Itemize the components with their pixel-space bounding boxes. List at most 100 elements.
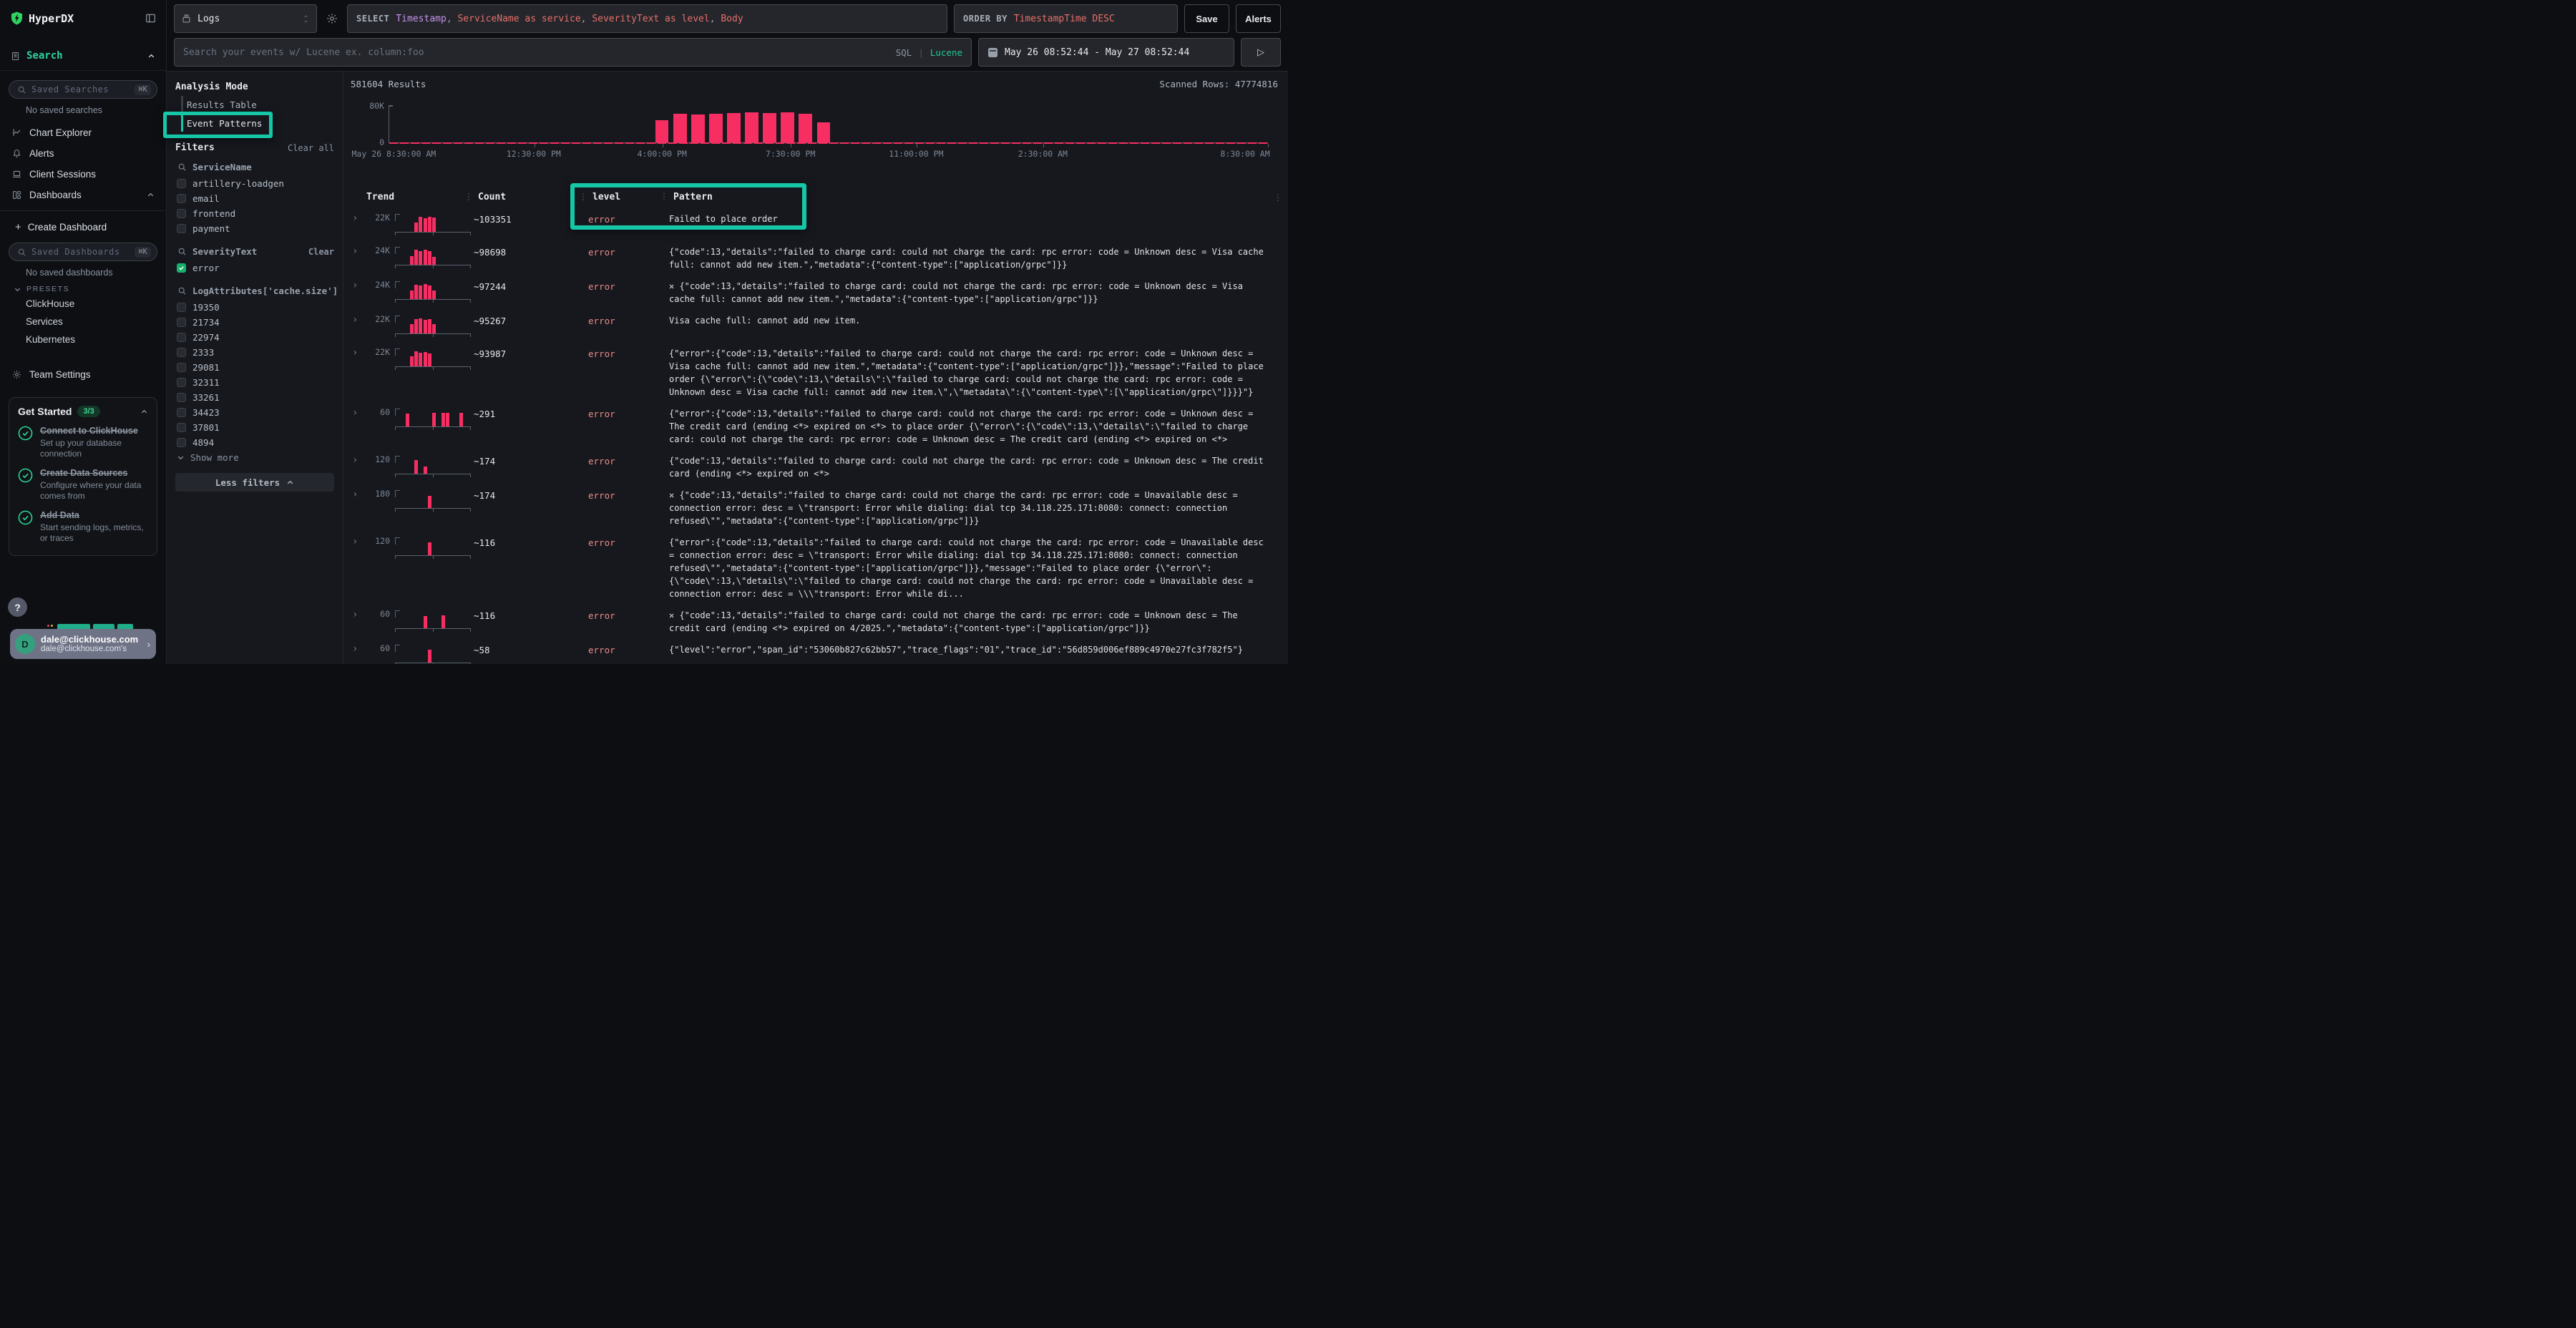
preset-item-clickhouse[interactable]: ClickHouse xyxy=(9,295,157,313)
histogram-bar[interactable] xyxy=(745,112,758,142)
chevron-up-icon[interactable] xyxy=(147,191,155,199)
analysis-mode-results-table[interactable]: Results Table xyxy=(175,97,334,112)
filter-option[interactable]: frontend xyxy=(177,206,334,221)
pattern-row[interactable]: ›120~116error{"error":{"code":13,"detail… xyxy=(348,532,1288,605)
checkbox[interactable] xyxy=(177,303,186,312)
pattern-row[interactable]: ›24K~97244error✕ {"code":13,"details":"f… xyxy=(348,275,1288,310)
help-button[interactable]: ? xyxy=(8,597,27,617)
presets-toggle[interactable]: PRESETS xyxy=(14,285,157,293)
checkbox[interactable] xyxy=(177,179,186,188)
expand-chevron-icon[interactable]: › xyxy=(349,536,366,547)
checkbox[interactable] xyxy=(177,348,186,357)
search-input[interactable]: Search your events w/ Lucene ex. column:… xyxy=(174,38,972,67)
source-settings-gear-icon[interactable] xyxy=(323,4,341,33)
pattern-row[interactable]: ›24K~98698error{"code":13,"details":"fai… xyxy=(348,241,1288,275)
sidebar-item-team-settings[interactable]: Team Settings xyxy=(9,364,157,385)
pattern-row[interactable]: ›22K~103351errorFailed to place order xyxy=(348,208,1288,241)
pattern-row[interactable]: ›180~174error✕ {"code":13,"details":"fai… xyxy=(348,484,1288,532)
filter-option[interactable]: 34423 xyxy=(177,405,334,420)
checkbox[interactable] xyxy=(177,393,186,402)
get-started-header[interactable]: Get Started 3/3 xyxy=(18,406,148,417)
histogram-bar[interactable] xyxy=(691,114,704,142)
get-started-item[interactable]: Connect to ClickHouseSet up your databas… xyxy=(18,426,148,459)
filter-option[interactable]: error xyxy=(177,260,334,275)
show-more-button[interactable]: Show more xyxy=(175,450,334,463)
pattern-row[interactable]: ›22K~93987error{"error":{"code":13,"deta… xyxy=(348,343,1288,403)
expand-chevron-icon[interactable]: › xyxy=(349,245,366,257)
saved-searches-input[interactable]: Saved Searches ⌘K xyxy=(9,80,157,99)
filter-option[interactable]: artillery-loadgen xyxy=(177,176,334,191)
get-started-item[interactable]: Add DataStart sending logs, metrics, or … xyxy=(18,510,148,544)
col-trend[interactable]: Trend xyxy=(366,192,474,202)
checkbox[interactable] xyxy=(177,318,186,327)
col-level[interactable]: ⋮level xyxy=(588,192,669,202)
expand-chevron-icon[interactable]: › xyxy=(349,280,366,291)
kebab-icon[interactable]: ⋮ xyxy=(1274,192,1288,202)
less-filters-button[interactable]: Less filters xyxy=(175,473,334,492)
sidebar-item-alerts[interactable]: Alerts xyxy=(9,143,157,164)
alerts-button[interactable]: Alerts xyxy=(1236,4,1281,33)
user-menu[interactable]: D dale@clickhouse.com dale@clickhouse.co… xyxy=(10,629,156,659)
pattern-row[interactable]: ›60~291error{"error":{"code":13,"details… xyxy=(348,403,1288,450)
histogram-bar[interactable] xyxy=(673,114,686,142)
filter-option[interactable]: 19350 xyxy=(177,300,334,315)
select-query-input[interactable]: SELECT Timestamp, ServiceName as service… xyxy=(347,4,947,33)
chevron-up-icon[interactable] xyxy=(140,408,148,416)
save-button[interactable]: Save xyxy=(1184,4,1229,33)
query-language-toggle[interactable]: SQL | Lucene xyxy=(896,47,962,58)
sidebar-item-chart-explorer[interactable]: Chart Explorer xyxy=(9,122,157,143)
checkbox[interactable] xyxy=(177,423,186,432)
histogram-bar[interactable] xyxy=(817,122,830,142)
run-query-button[interactable]: ▷ xyxy=(1241,38,1281,67)
kebab-icon[interactable]: ⋮ xyxy=(660,192,668,202)
chevron-up-icon[interactable] xyxy=(147,52,155,60)
histogram-bar[interactable] xyxy=(763,113,776,142)
pattern-row[interactable]: ›120~174error{"code":13,"details":"faile… xyxy=(348,450,1288,484)
col-count[interactable]: ⋮Count xyxy=(474,192,588,202)
expand-chevron-icon[interactable]: › xyxy=(349,643,366,655)
pattern-row[interactable]: ›60~116error✕ {"code":13,"details":"fail… xyxy=(348,605,1288,639)
saved-dashboards-input[interactable]: Saved Dashboards ⌘K xyxy=(9,243,157,261)
preset-item-kubernetes[interactable]: Kubernetes xyxy=(9,331,157,348)
filter-option[interactable]: payment xyxy=(177,221,334,236)
expand-chevron-icon[interactable]: › xyxy=(349,489,366,500)
checkbox[interactable] xyxy=(177,194,186,203)
filter-option[interactable]: 33261 xyxy=(177,390,334,405)
sidebar-item-dashboards[interactable]: Dashboards xyxy=(9,185,157,205)
expand-chevron-icon[interactable]: › xyxy=(349,213,366,224)
checkbox[interactable] xyxy=(177,438,186,447)
expand-chevron-icon[interactable]: › xyxy=(349,314,366,326)
expand-chevron-icon[interactable]: › xyxy=(349,609,366,620)
order-by-input[interactable]: ORDER BY TimestampTime DESC xyxy=(954,4,1178,33)
checkbox[interactable] xyxy=(177,224,186,233)
filter-option[interactable]: 2333 xyxy=(177,345,334,360)
filter-option[interactable]: 21734 xyxy=(177,315,334,330)
sql-toggle[interactable]: SQL xyxy=(896,47,912,58)
histogram-bar[interactable] xyxy=(799,114,811,142)
sidebar-item-search[interactable]: Search xyxy=(0,44,166,71)
get-started-item[interactable]: Create Data SourcesConfigure where your … xyxy=(18,468,148,502)
source-select[interactable]: Logs xyxy=(174,4,317,33)
analysis-mode-event-patterns[interactable]: Event Patterns xyxy=(175,115,334,131)
checkbox[interactable] xyxy=(177,363,186,372)
lucene-toggle[interactable]: Lucene xyxy=(930,47,962,58)
histogram-bar[interactable] xyxy=(727,113,740,142)
checkbox[interactable] xyxy=(177,378,186,387)
clear-filter-button[interactable]: Clear xyxy=(308,247,334,257)
histogram-bar[interactable] xyxy=(655,120,668,142)
checkbox[interactable] xyxy=(177,209,186,218)
filter-option[interactable]: email xyxy=(177,191,334,206)
sidebar-item-client-sessions[interactable]: Client Sessions xyxy=(9,164,157,185)
filter-option[interactable]: 37801 xyxy=(177,420,334,435)
date-range-picker[interactable]: May 26 08:52:44 - May 27 08:52:44 xyxy=(978,38,1234,67)
filter-option[interactable]: 4894 xyxy=(177,435,334,450)
histogram-bar[interactable] xyxy=(781,112,794,142)
checkbox[interactable] xyxy=(177,263,186,273)
results-histogram[interactable]: 80K 0 May 26 8:30:00 AM12:30:00 PM4:00:0… xyxy=(389,105,1268,160)
filter-option[interactable]: 22974 xyxy=(177,330,334,345)
filter-option[interactable]: 29081 xyxy=(177,360,334,375)
expand-chevron-icon[interactable]: › xyxy=(349,407,366,419)
checkbox[interactable] xyxy=(177,408,186,417)
filter-option[interactable]: 32311 xyxy=(177,375,334,390)
expand-chevron-icon[interactable]: › xyxy=(349,454,366,466)
